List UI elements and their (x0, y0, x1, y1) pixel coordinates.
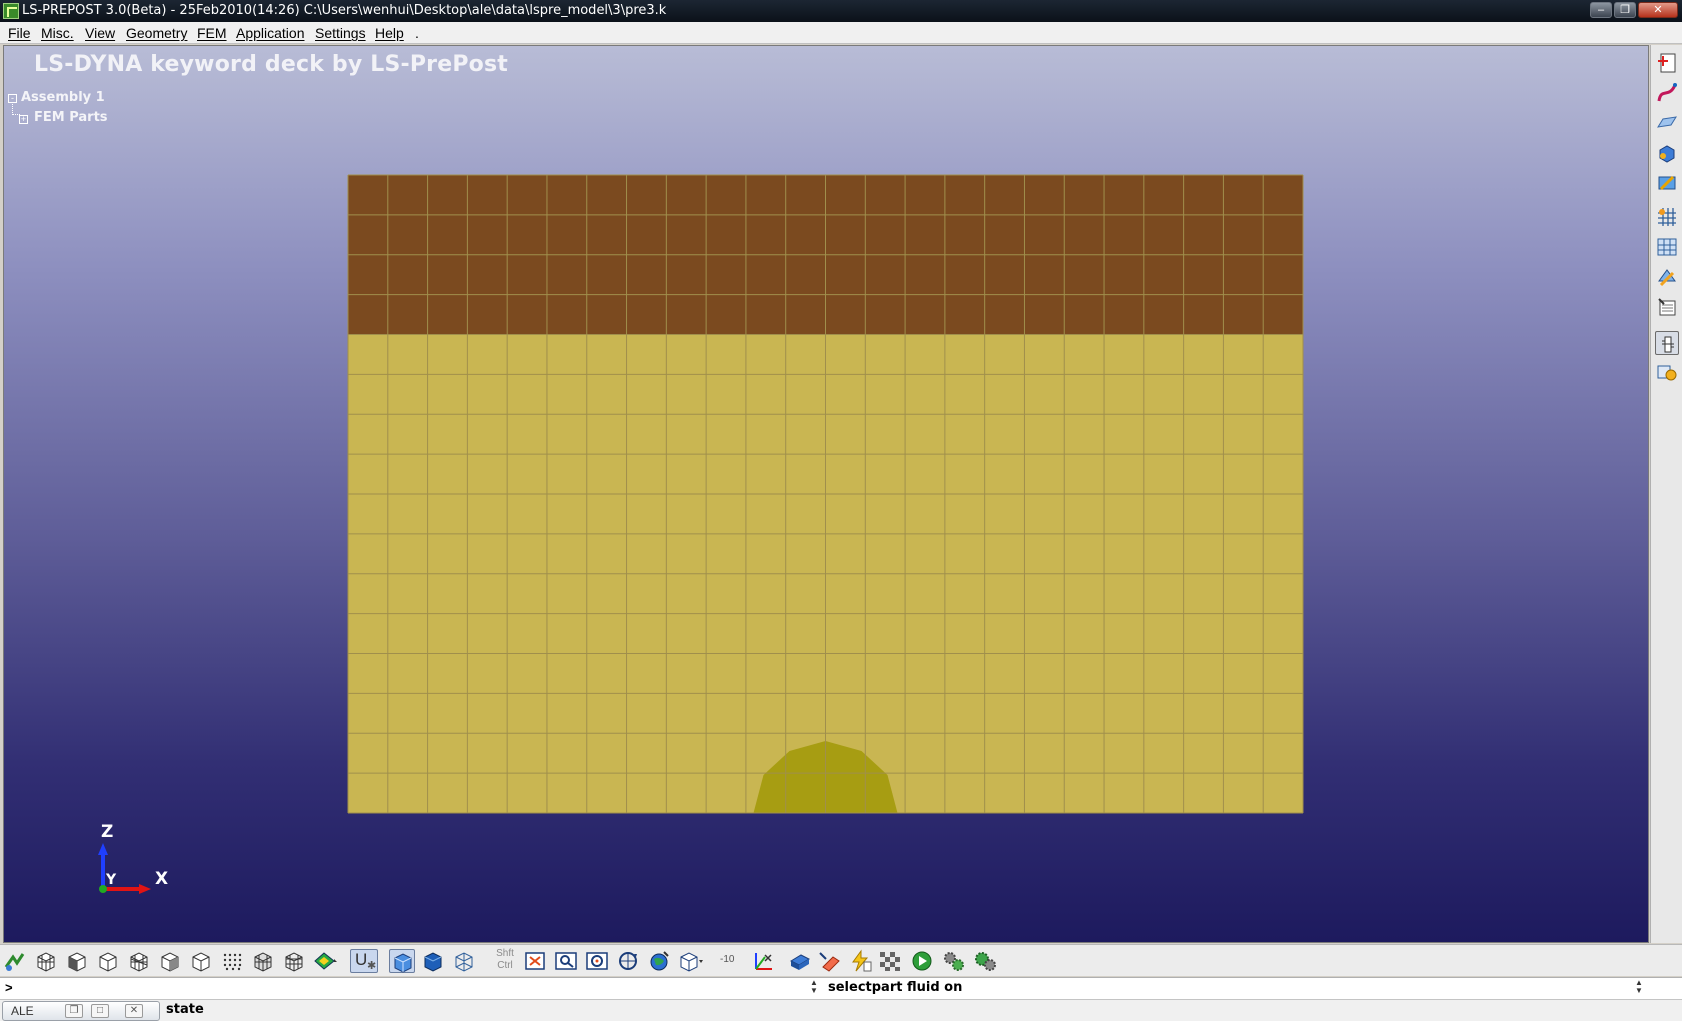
menu-settings[interactable]: Settings (315, 22, 366, 44)
view-front-icon[interactable] (64, 949, 90, 973)
settings-tools-icon[interactable] (1655, 361, 1679, 385)
zoom-window-icon[interactable] (553, 949, 579, 973)
view-cube-dropdown-icon[interactable] (677, 949, 703, 973)
window-title: LS-PREPOST 3.0(Beta) - 25Feb2010(14:26) … (22, 3, 667, 18)
element-tools-icon[interactable] (1655, 235, 1679, 259)
ale-panel-label: ALE (11, 1004, 34, 1018)
create-entity-icon[interactable] (1655, 51, 1679, 75)
right-toolbar (1650, 45, 1682, 943)
rotate-icon[interactable] (615, 949, 641, 973)
minimize-icon[interactable]: – (1590, 2, 1612, 18)
surface-icon[interactable] (1655, 111, 1679, 135)
command-input[interactable] (18, 979, 808, 997)
output-scroll-spinner[interactable]: ▲ ▼ (1633, 979, 1645, 997)
title-bar: LS-PREPOST 3.0(Beta) - 25Feb2010(14:26) … (0, 0, 1682, 22)
recycle-gears-icon[interactable] (972, 949, 998, 973)
view-cube-shaded-icon[interactable] (33, 949, 59, 973)
menu-misc[interactable]: Misc. (41, 22, 74, 44)
fit-view-icon[interactable] (522, 949, 548, 973)
wireframe-view-icon[interactable] (451, 949, 477, 973)
wire-cube-icon[interactable] (250, 949, 276, 973)
command-output: selectpart fluid on (828, 980, 963, 995)
menu-bar: File Misc. View Geometry FEM Application… (0, 22, 1682, 44)
curve-icon[interactable] (1655, 81, 1679, 105)
geometry-tools-icon[interactable] (1655, 171, 1679, 195)
part-select-icon[interactable] (787, 949, 813, 973)
ls-prepost-window: LS-PREPOST 3.0(Beta) - 25Feb2010(14:26) … (0, 0, 1682, 1021)
status-text: state (166, 1002, 204, 1017)
triad-z-label: Z (101, 822, 114, 842)
close-icon[interactable]: ✕ (1638, 2, 1678, 18)
triad-z-arrow (98, 843, 108, 855)
menu-extra[interactable]: . (415, 22, 419, 44)
window-controls: – ❐ ✕ (1590, 2, 1678, 18)
fringe-plot-icon[interactable] (312, 949, 338, 973)
panel-restore-icon[interactable]: ❐ (65, 1004, 83, 1018)
model-tree-icon[interactable] (3, 949, 29, 973)
app-logo-icon (3, 3, 19, 19)
triad-x-label: X (155, 869, 169, 889)
model-tools-icon[interactable] (1655, 265, 1679, 289)
point-cloud-icon[interactable] (219, 949, 245, 973)
menu-file[interactable]: File (8, 22, 31, 44)
ale-panel-tab[interactable]: ALE ❐ □ ✕ (2, 1001, 160, 1021)
menu-fem[interactable]: FEM (197, 22, 227, 44)
user-view-label: U (355, 950, 368, 969)
asterisk-icon: ✱ (367, 960, 377, 972)
shaded-view-button[interactable] (389, 949, 415, 973)
play-icon[interactable] (909, 949, 935, 973)
view-right-icon[interactable] (188, 949, 214, 973)
view-back-icon[interactable] (95, 949, 121, 973)
hidden-line-icon[interactable] (281, 949, 307, 973)
part-list-icon[interactable] (1655, 295, 1679, 319)
menu-view[interactable]: View (85, 22, 115, 44)
graphics-viewport[interactable]: LS-DYNA keyword deck by LS-PrePost - Ass… (3, 45, 1649, 943)
panel-close-icon[interactable]: ✕ (125, 1004, 143, 1018)
checker-icon[interactable] (877, 949, 903, 973)
bottom-toolbar: U ✱ Shft Ctrl -10 (0, 944, 1682, 976)
step-value-label: -10 (720, 954, 735, 965)
command-history-spinner[interactable]: ▲ ▼ (808, 979, 820, 997)
fem-mesh[interactable] (4, 46, 1649, 943)
lightning-icon[interactable] (847, 949, 873, 973)
triad-x-arrow (139, 884, 151, 894)
command-prompt: > (5, 980, 13, 995)
shift-label: Shft (496, 948, 514, 959)
command-line: > ▲ ▼ selectpart fluid on ▲ ▼ (0, 977, 1682, 999)
view-mesh-cube-icon[interactable] (126, 949, 152, 973)
restore-icon[interactable]: ❐ (1614, 2, 1636, 18)
view-left-icon[interactable] (157, 949, 183, 973)
user-view-button[interactable]: U ✱ (350, 949, 378, 973)
triad-y-label: Y (106, 872, 117, 888)
status-bar: ALE ❐ □ ✕ state (0, 999, 1682, 1021)
menu-geometry[interactable]: Geometry (126, 22, 187, 44)
globe-icon[interactable] (646, 949, 672, 973)
panel-maximize-icon[interactable]: □ (91, 1004, 109, 1018)
solid-view-icon[interactable] (420, 949, 446, 973)
eraser-icon[interactable] (817, 949, 843, 973)
axis-triad-icon[interactable] (749, 949, 775, 973)
menu-help[interactable]: Help (375, 22, 404, 44)
shift-ctrl-label: Shft Ctrl (492, 948, 518, 972)
ctrl-label: Ctrl (497, 960, 513, 971)
gears-icon[interactable] (941, 949, 967, 973)
mesh-icon[interactable] (1655, 205, 1679, 229)
solid-icon[interactable] (1655, 141, 1679, 165)
measure-icon[interactable] (1655, 331, 1679, 355)
menu-application[interactable]: Application (236, 22, 305, 44)
zoom-center-icon[interactable] (584, 949, 610, 973)
